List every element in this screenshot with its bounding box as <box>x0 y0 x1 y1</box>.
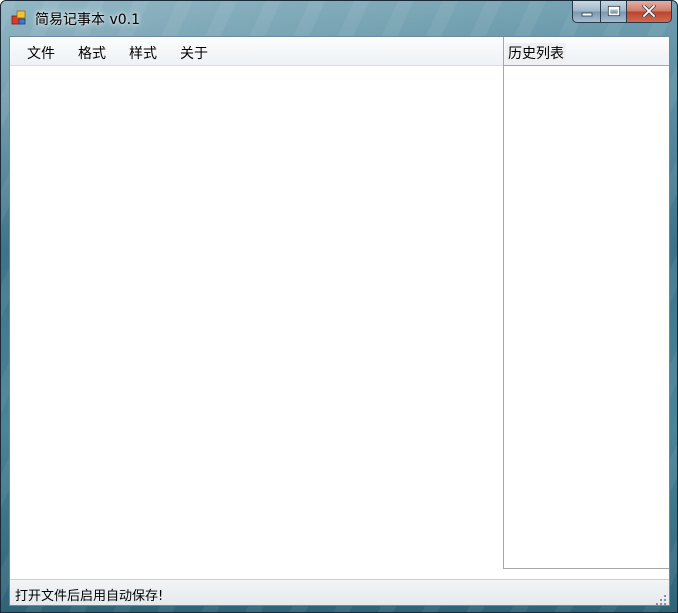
app-window-icon <box>11 10 27 26</box>
close-icon <box>641 2 657 21</box>
window-title: 简易记事本 v0.1 <box>35 12 140 28</box>
close-button[interactable] <box>626 1 672 23</box>
client-area: 文件 格式 样式 关于 历史列表 打开文件后启用自动保存! <box>9 36 670 606</box>
history-list[interactable]: 历史列表 <box>503 37 669 569</box>
maximize-button[interactable] <box>600 1 626 23</box>
menu-bar: 文件 格式 样式 关于 <box>10 37 503 66</box>
resize-grip-icon[interactable] <box>655 591 667 605</box>
caption-buttons <box>572 1 672 23</box>
status-text: 打开文件后启用自动保存! <box>15 589 164 604</box>
minimize-icon <box>580 2 594 21</box>
minimize-button[interactable] <box>572 1 600 23</box>
menu-file[interactable]: 文件 <box>25 43 57 63</box>
maximize-icon <box>607 2 621 21</box>
app-window: 简易记事本 v0.1 文件 格式 样式 关于 历史列表 打开文件后启用自动保存! <box>0 0 678 613</box>
status-bar: 打开文件后启用自动保存! <box>10 579 669 605</box>
history-list-label: 历史列表 <box>506 43 566 63</box>
menu-style[interactable]: 样式 <box>127 43 159 63</box>
history-header: 历史列表 <box>504 37 669 66</box>
menu-about[interactable]: 关于 <box>178 43 210 63</box>
text-editor[interactable] <box>10 66 503 580</box>
title-bar[interactable]: 简易记事本 v0.1 <box>1 1 677 35</box>
menu-format[interactable]: 格式 <box>76 43 108 63</box>
